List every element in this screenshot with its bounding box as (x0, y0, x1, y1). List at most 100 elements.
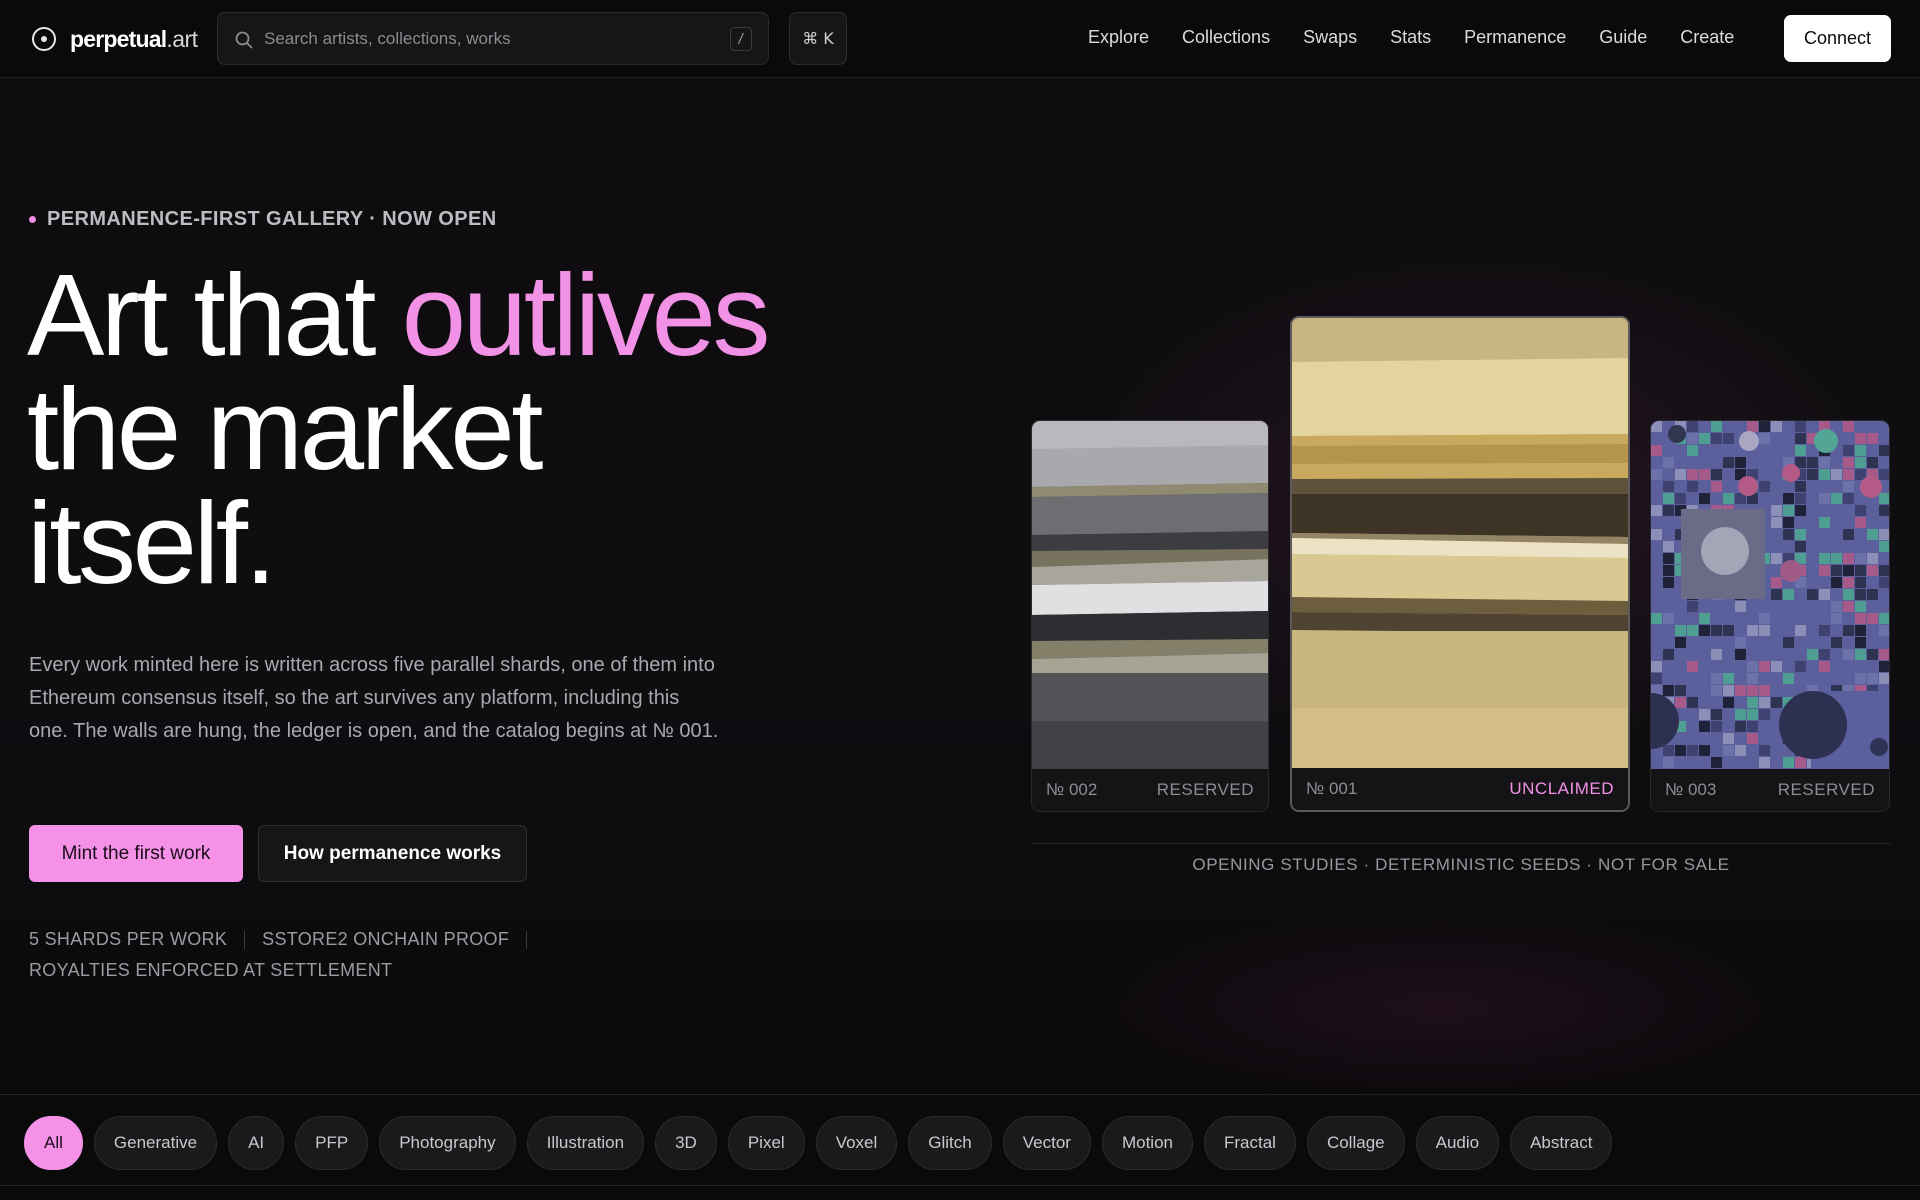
command-palette-button[interactable]: ⌘ K (789, 12, 847, 65)
how-permanence-works-button[interactable]: How permanence works (258, 825, 527, 882)
mosaic-tile (1855, 457, 1866, 468)
mosaic-tile (1723, 625, 1734, 636)
mosaic-tile (1663, 541, 1674, 552)
category-chip-photography[interactable]: Photography (379, 1116, 516, 1170)
category-chip-all[interactable]: All (24, 1116, 83, 1170)
mosaic-tile (1699, 709, 1710, 720)
nav-link-permanence[interactable]: Permanence (1464, 27, 1566, 51)
nav-link-guide[interactable]: Guide (1599, 27, 1647, 51)
mosaic-tile (1843, 481, 1854, 492)
mosaic-tile (1771, 577, 1782, 588)
category-chip-motion[interactable]: Motion (1101, 1116, 1193, 1170)
mosaic-tile (1807, 601, 1818, 612)
mosaic-tile (1699, 493, 1710, 504)
mosaic-tile (1735, 649, 1746, 660)
mosaic-tile (1723, 661, 1734, 672)
mosaic-tile (1663, 613, 1674, 624)
mosaic-tile (1819, 565, 1830, 576)
card-number: № 003 (1665, 780, 1717, 799)
hero-description: Every work minted here is written across… (29, 654, 719, 742)
mosaic-tile (1723, 685, 1734, 696)
mosaic-tile (1759, 433, 1770, 444)
mosaic-tile (1663, 493, 1674, 504)
category-chip-voxel[interactable]: Voxel (815, 1116, 898, 1170)
artwork-card-featured[interactable]: № 001 UNCLAIMED (1290, 316, 1630, 812)
mosaic-tile (1663, 553, 1674, 564)
artwork-card[interactable]: № 002 RESERVED (1031, 420, 1269, 812)
category-chip-fractal[interactable]: Fractal (1203, 1116, 1296, 1170)
mosaic-tile (1855, 565, 1866, 576)
mosaic-tile (1855, 601, 1866, 612)
mosaic-tile (1735, 721, 1746, 732)
category-chip-vector[interactable]: Vector (1002, 1116, 1091, 1170)
category-filter-bar: All Generative AI PFP Photography Illust… (0, 1094, 1920, 1186)
logo[interactable]: perpetual .art (32, 22, 198, 56)
mint-first-work-button[interactable]: Mint the first work (29, 825, 243, 882)
nav-link-create[interactable]: Create (1680, 27, 1734, 51)
mosaic-tile (1879, 541, 1889, 552)
mosaic-tile (1807, 469, 1818, 480)
mosaic-tile (1843, 589, 1854, 600)
mosaic-tile (1783, 637, 1794, 648)
headline-part1: Art that (27, 250, 402, 380)
mosaic-tile (1843, 601, 1854, 612)
category-chip-pfp[interactable]: PFP (295, 1116, 369, 1170)
connect-button[interactable]: Connect (1784, 15, 1891, 62)
mosaic-tile (1831, 625, 1842, 636)
mosaic-tile (1711, 757, 1722, 768)
mosaic-tile (1843, 469, 1854, 480)
category-chip-3d[interactable]: 3D (655, 1116, 717, 1170)
mosaic-tile (1699, 625, 1710, 636)
headline-line3: itself. (27, 478, 277, 608)
mosaic-tile (1867, 457, 1878, 468)
artwork-card[interactable]: № 003 RESERVED (1650, 420, 1890, 812)
search-box[interactable]: / (217, 12, 769, 65)
mosaic-tile (1651, 517, 1662, 528)
category-chip-collage[interactable]: Collage (1306, 1116, 1405, 1170)
mosaic-tile (1831, 637, 1842, 648)
category-chip-generative[interactable]: Generative (93, 1116, 218, 1170)
mosaic-tile (1855, 553, 1866, 564)
mosaic-tile (1867, 565, 1878, 576)
artwork-image-002 (1032, 421, 1268, 771)
mosaic-tile (1675, 697, 1686, 708)
mosaic-tile (1663, 625, 1674, 636)
mosaic-tile (1771, 505, 1782, 516)
category-chip-illustration[interactable]: Illustration (526, 1116, 645, 1170)
mosaic-tile (1879, 469, 1889, 480)
mosaic-tile (1747, 697, 1758, 708)
mosaic-tile (1711, 469, 1722, 480)
mosaic-tile (1867, 577, 1878, 588)
mosaic-tile (1663, 685, 1674, 696)
category-chip-glitch[interactable]: Glitch (908, 1116, 992, 1170)
mosaic-tile (1879, 673, 1889, 684)
category-chip-ai[interactable]: AI (228, 1116, 285, 1170)
mosaic-tile (1807, 457, 1818, 468)
mosaic-tile (1759, 697, 1770, 708)
mosaic-tile (1675, 493, 1686, 504)
mosaic-tile (1687, 481, 1698, 492)
mosaic-tile (1687, 697, 1698, 708)
search-input[interactable] (264, 13, 704, 64)
mosaic-tile (1855, 577, 1866, 588)
nav-link-collections[interactable]: Collections (1182, 27, 1270, 51)
mosaic-tile (1711, 493, 1722, 504)
nav-link-stats[interactable]: Stats (1390, 27, 1431, 51)
category-chip-abstract[interactable]: Abstract (1510, 1116, 1613, 1170)
category-chip-audio[interactable]: Audio (1415, 1116, 1500, 1170)
card-meta: № 001 UNCLAIMED (1292, 768, 1628, 810)
mosaic-tile (1759, 757, 1770, 768)
mosaic-tile (1831, 577, 1842, 588)
nav-link-swaps[interactable]: Swaps (1303, 27, 1357, 51)
mosaic-tile (1855, 445, 1866, 456)
mosaic-tile (1879, 505, 1889, 516)
mosaic-tile (1687, 745, 1698, 756)
nav-link-explore[interactable]: Explore (1088, 27, 1149, 51)
mosaic-tile (1699, 433, 1710, 444)
mosaic-tile (1723, 733, 1734, 744)
mosaic-tile (1879, 421, 1889, 432)
category-chip-pixel[interactable]: Pixel (727, 1116, 805, 1170)
mosaic-tile (1747, 733, 1758, 744)
artwork-image-003 (1651, 421, 1889, 771)
main-nav-links: Explore Collections Swaps Stats Permanen… (1088, 27, 1767, 51)
